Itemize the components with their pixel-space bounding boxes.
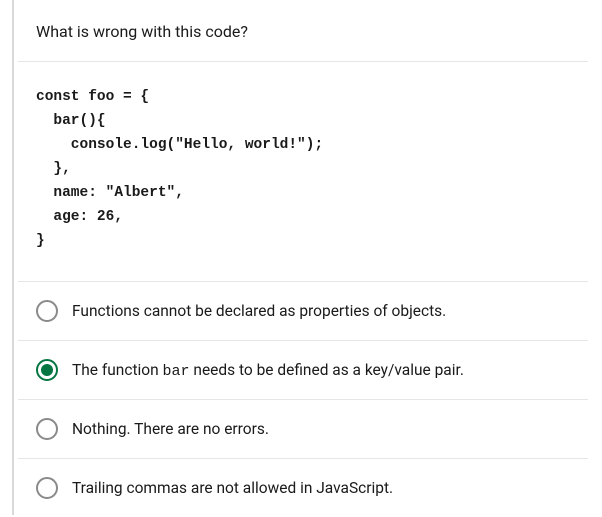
radio-icon [36, 477, 58, 499]
answer-text-pre: Functions cannot be declared as properti… [72, 302, 446, 320]
answer-label: Trailing commas are not allowed in JavaS… [72, 479, 393, 498]
answer-options: Functions cannot be declared as properti… [18, 281, 588, 517]
answer-text-code: bar [163, 363, 190, 380]
left-rail [0, 0, 14, 515]
answer-option[interactable]: Trailing commas are not allowed in JavaS… [18, 459, 588, 517]
answer-text-pre: The function [72, 361, 163, 379]
answer-text-pre: Nothing. There are no errors. [72, 420, 269, 438]
answer-label: Nothing. There are no errors. [72, 420, 269, 439]
answer-label: Functions cannot be declared as properti… [72, 302, 446, 321]
answer-option[interactable]: Functions cannot be declared as properti… [18, 282, 588, 341]
radio-icon [36, 300, 58, 322]
answer-option[interactable]: The function bar needs to be defined as … [18, 341, 588, 400]
answer-text-post: needs to be defined as a key/value pair. [190, 361, 464, 379]
radio-icon [36, 418, 58, 440]
code-snippet: const foo = { bar(){ console.log("Hello,… [18, 62, 588, 281]
answer-label: The function bar needs to be defined as … [72, 361, 464, 380]
answer-option[interactable]: Nothing. There are no errors. [18, 400, 588, 459]
question-text: What is wrong with this code? [18, 0, 588, 62]
quiz-card: What is wrong with this code? const foo … [18, 0, 588, 515]
answer-text-pre: Trailing commas are not allowed in JavaS… [72, 479, 393, 497]
radio-icon [36, 359, 58, 381]
